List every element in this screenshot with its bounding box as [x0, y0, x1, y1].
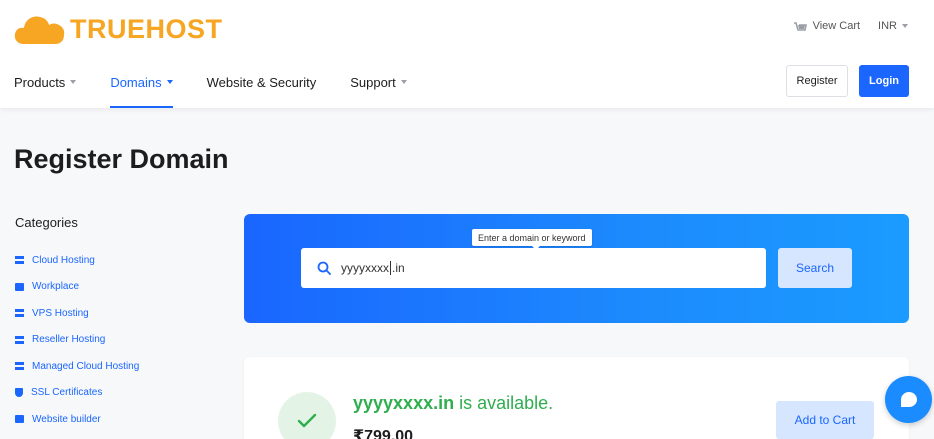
cloud-logo-icon [14, 16, 65, 44]
nav-website-security[interactable]: Website & Security [207, 56, 317, 108]
cart-icon [793, 22, 807, 31]
nav-domains[interactable]: Domains [110, 56, 173, 108]
view-cart-link[interactable]: View Cart [793, 20, 860, 32]
register-button[interactable]: Register [786, 65, 848, 97]
currency-label: INR [878, 20, 897, 32]
categories-list: Cloud Hosting Workplace VPS Hosting Rese… [15, 247, 139, 433]
categories-heading: Categories [15, 215, 78, 230]
category-label: VPS Hosting [32, 307, 89, 319]
server-icon [15, 335, 24, 344]
category-label: SSL Certificates [31, 387, 103, 399]
chevron-down-icon [166, 80, 173, 84]
add-to-cart-button[interactable]: Add to Cart [776, 401, 874, 439]
category-label: Cloud Hosting [32, 254, 95, 266]
domain-search-input[interactable]: yyyyxxxx .in [301, 248, 766, 288]
search-tooltip: Enter a domain or keyword [472, 229, 592, 250]
server-icon [15, 309, 24, 318]
main-nav: Products Domains Website & Security Supp… [14, 56, 441, 108]
category-label: Workplace [32, 281, 80, 293]
category-workplace[interactable]: Workplace [15, 274, 139, 301]
nav-products-label: Products [14, 74, 66, 90]
brand-name: TRUEHOST [70, 13, 223, 44]
search-input-value: yyyyxxxx .in [341, 260, 405, 276]
nav-website-security-label: Website & Security [206, 74, 317, 90]
page-title: Register Domain [14, 144, 229, 174]
chevron-down-icon [400, 80, 407, 84]
box-icon [15, 415, 24, 424]
category-ssl-certificates[interactable]: SSL Certificates [15, 380, 139, 407]
chat-widget-button[interactable] [885, 376, 932, 423]
shield-icon [15, 388, 23, 398]
login-button[interactable]: Login [859, 65, 909, 97]
view-cart-label: View Cart [812, 20, 861, 32]
availability-message: yyyyxxxx.in is available. [353, 393, 553, 414]
category-label: Reseller Hosting [32, 334, 106, 346]
logo[interactable]: TRUEHOST [14, 12, 223, 46]
chat-icon [900, 391, 917, 407]
domain-price: ₹799.00 [353, 428, 414, 439]
category-managed-cloud-hosting[interactable]: Managed Cloud Hosting [15, 353, 139, 380]
category-vps-hosting[interactable]: VPS Hosting [15, 300, 139, 327]
category-label: Managed Cloud Hosting [32, 360, 140, 372]
server-icon [15, 362, 24, 371]
site-header: TRUEHOST View Cart INR Products Domains … [0, 0, 934, 108]
result-status: is available. [454, 393, 554, 413]
search-button[interactable]: Search [778, 248, 852, 288]
category-label: Website builder [32, 413, 101, 425]
nav-domains-label: Domains [110, 74, 162, 90]
category-reseller-hosting[interactable]: Reseller Hosting [15, 327, 139, 354]
nav-products[interactable]: Products [14, 56, 77, 108]
server-icon [15, 256, 24, 265]
currency-selector[interactable]: INR [878, 20, 908, 32]
text-cursor [390, 261, 391, 276]
top-utilities: View Cart INR [793, 20, 908, 32]
category-website-builder[interactable]: Website builder [15, 406, 139, 433]
search-icon [317, 261, 331, 275]
nav-support[interactable]: Support [350, 56, 407, 108]
category-cloud-hosting[interactable]: Cloud Hosting [15, 247, 139, 274]
nav-support-label: Support [350, 74, 396, 90]
box-icon [15, 282, 24, 291]
checkmark-icon [297, 413, 317, 428]
result-domain: yyyyxxxx.in [353, 393, 455, 413]
chevron-down-icon [902, 24, 908, 28]
chevron-down-icon [70, 80, 77, 84]
